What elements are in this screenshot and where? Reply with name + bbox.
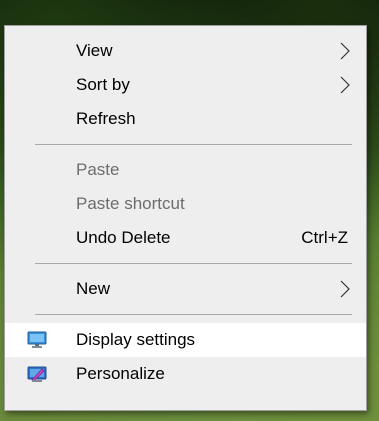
menu-separator xyxy=(35,263,352,264)
menu-item-label: Display settings xyxy=(76,330,196,349)
menu-item-label: Undo Delete xyxy=(76,228,171,247)
menu-item-display-settings[interactable]: Display settings xyxy=(5,323,366,357)
menu-item-view[interactable]: View xyxy=(5,34,366,68)
menu-item-label: New xyxy=(76,279,111,298)
menu-item-label: Paste shortcut xyxy=(76,194,185,213)
personalize-icon xyxy=(27,365,47,383)
menu-item-sort-by[interactable]: Sort by xyxy=(5,68,366,102)
menu-separator xyxy=(35,314,352,315)
menu-item-label: Refresh xyxy=(76,109,136,128)
menu-item-new[interactable]: New xyxy=(5,272,366,306)
menu-item-refresh[interactable]: Refresh xyxy=(5,102,366,136)
menu-item-undo-delete[interactable]: Undo Delete Ctrl+Z xyxy=(5,221,366,255)
menu-item-paste-shortcut: Paste shortcut xyxy=(5,187,366,221)
menu-item-personalize[interactable]: Personalize xyxy=(5,357,366,391)
shortcut-text: Ctrl+Z xyxy=(301,228,348,247)
menu-item-label: Personalize xyxy=(76,364,165,383)
chevron-right-icon xyxy=(338,279,352,299)
chevron-right-icon xyxy=(338,41,352,61)
display-settings-icon xyxy=(27,331,47,349)
context-menu: View Sort by Refresh Paste Paste shortcu… xyxy=(4,25,367,411)
chevron-right-icon xyxy=(338,75,352,95)
menu-item-label: Sort by xyxy=(76,75,130,94)
menu-item-paste: Paste xyxy=(5,153,366,187)
menu-item-label: View xyxy=(76,41,113,60)
menu-separator xyxy=(35,144,352,145)
menu-item-label: Paste xyxy=(76,160,120,179)
